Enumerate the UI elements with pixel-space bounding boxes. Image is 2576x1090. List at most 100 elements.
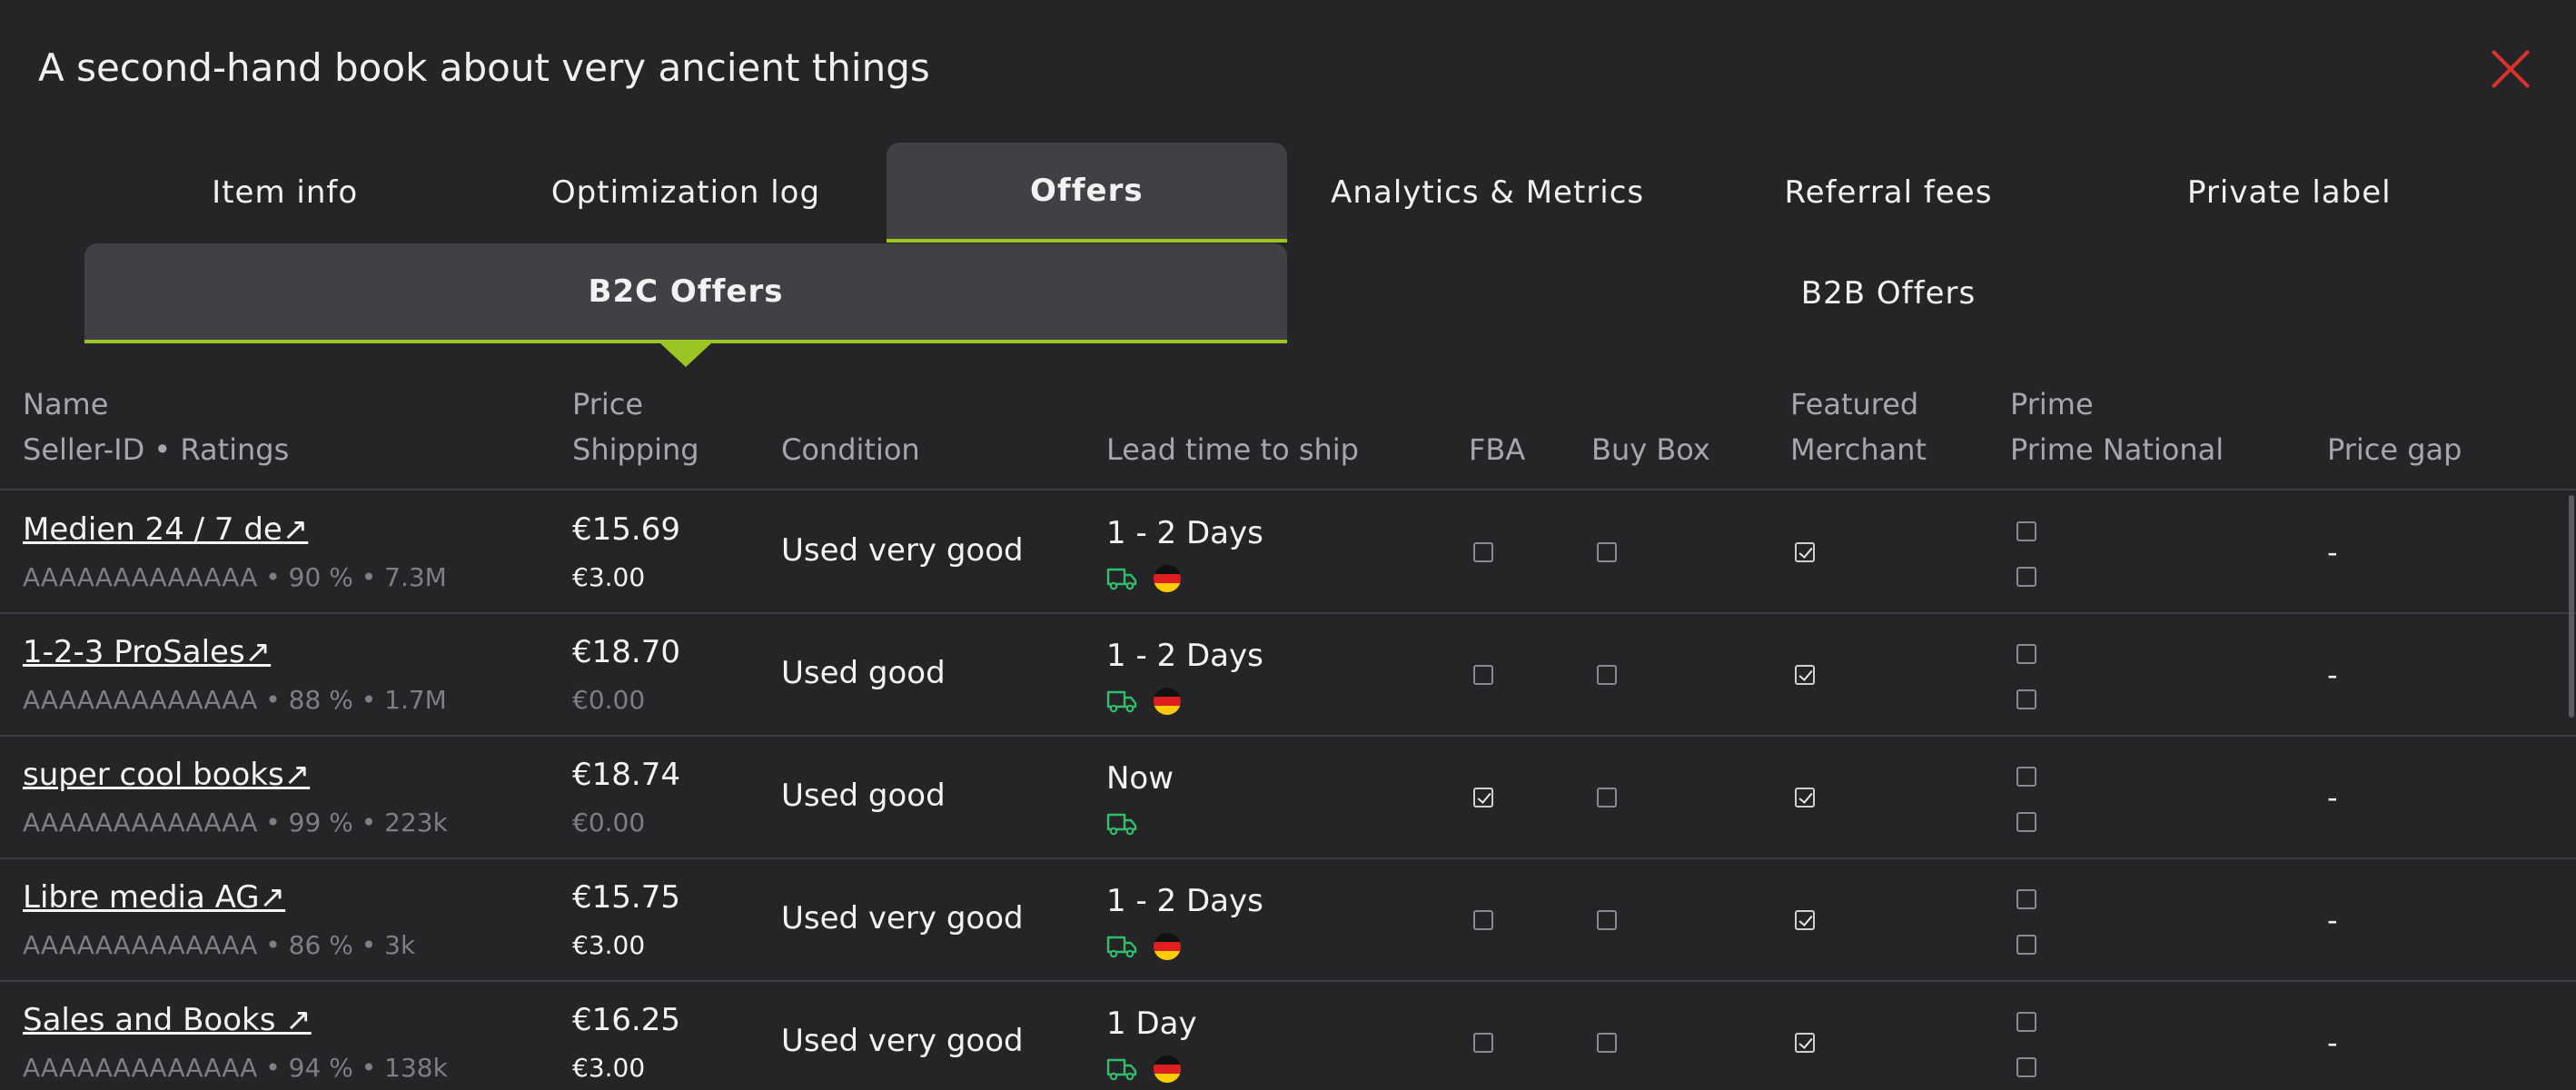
tab-b2b-offers[interactable]: B2B Offers [1287, 243, 2490, 343]
lead-time: 1 - 2 Days [1106, 883, 1263, 919]
prime-checkbox [2016, 889, 2036, 909]
header-condition-label: Condition [781, 432, 920, 467]
seller-name-link[interactable]: Medien 24 / 7 de↗ [23, 511, 308, 548]
modal-title: A second-hand book about very ancient th… [38, 45, 930, 90]
header-featured-merchant[interactable]: Featured Merchant [1790, 382, 1927, 472]
shipping-price: €0.00 [572, 808, 646, 837]
condition: Used good [781, 778, 946, 814]
featured-merchant-checkbox [1795, 910, 1815, 930]
prime-checkbox [2016, 767, 2036, 787]
germany-flag-icon [1154, 1055, 1181, 1083]
offer-price: €18.70 [572, 634, 680, 670]
table-header: Name Seller-ID • Ratings Price Shipping … [0, 382, 2576, 490]
buy-box-checkbox [1597, 788, 1617, 808]
header-price-gap[interactable]: Price gap [2327, 382, 2462, 472]
condition: Used very good [781, 1023, 1024, 1059]
fba-checkbox [1473, 665, 1493, 685]
buy-box-checkbox [1597, 542, 1617, 562]
germany-flag-icon [1154, 933, 1181, 960]
lead-time-icons [1106, 809, 1137, 838]
buy-box-checkbox [1597, 665, 1617, 685]
germany-flag-icon [1154, 565, 1181, 592]
header-fba[interactable]: FBA [1469, 382, 1525, 472]
header-lead-time[interactable]: Lead time to ship [1106, 382, 1359, 472]
header-prime[interactable]: Prime Prime National [2010, 382, 2224, 472]
header-condition[interactable]: Condition [781, 382, 920, 472]
lead-time: Now [1106, 760, 1174, 797]
tab-referral-fees[interactable]: Referral fees [1688, 143, 2088, 243]
header-fba-label: FBA [1469, 432, 1526, 467]
shipping-price: €0.00 [572, 685, 646, 715]
prime-checkbox [2016, 644, 2036, 664]
header-price-gap-label: Price gap [2327, 432, 2462, 467]
fba-checkbox [1473, 1033, 1493, 1053]
buy-box-checkbox [1597, 1033, 1617, 1053]
table-row: Medien 24 / 7 de↗ AAAAAAAAAAAAA • 90 % •… [0, 491, 2576, 614]
offers-modal: A second-hand book about very ancient th… [0, 0, 2576, 1090]
featured-merchant-checkbox [1795, 542, 1815, 562]
header-buybox-label: Buy Box [1591, 432, 1710, 467]
prime-checkbox [2016, 521, 2036, 541]
seller-id-ratings: AAAAAAAAAAAAA • 88 % • 1.7M [23, 685, 447, 715]
seller-id-ratings: AAAAAAAAAAAAA • 90 % • 7.3M [23, 562, 447, 592]
tab-private-label[interactable]: Private label [2089, 143, 2490, 243]
condition: Used very good [781, 532, 1024, 569]
condition: Used good [781, 655, 946, 691]
featured-merchant-checkbox [1795, 665, 1815, 685]
close-icon[interactable] [2489, 47, 2532, 91]
fba-checkbox [1473, 788, 1493, 808]
seller-name-link[interactable]: 1-2-3 ProSales↗ [23, 634, 271, 670]
lead-time-icons [1106, 1055, 1181, 1084]
lead-time: 1 Day [1106, 1006, 1197, 1042]
offer-price: €18.74 [572, 757, 680, 793]
prime-national-checkbox [2016, 935, 2036, 955]
featured-merchant-checkbox [1795, 788, 1815, 808]
header-name-label: Name [23, 387, 109, 421]
table-row: super cool books↗ AAAAAAAAAAAAA • 99 % •… [0, 737, 2576, 859]
price-gap: - [2327, 658, 2338, 692]
prime-national-checkbox [2016, 689, 2036, 709]
truck-icon [1106, 1058, 1137, 1081]
tab-optimization-log[interactable]: Optimization log [485, 143, 886, 243]
prime-national-checkbox [2016, 1057, 2036, 1077]
price-gap: - [2327, 903, 2338, 937]
tab-analytics-metrics[interactable]: Analytics & Metrics [1287, 143, 1688, 243]
seller-name-link[interactable]: super cool books↗ [23, 757, 310, 793]
truck-icon [1106, 568, 1137, 590]
prime-national-checkbox [2016, 812, 2036, 832]
truck-icon [1106, 936, 1137, 958]
prime-checkbox [2016, 1012, 2036, 1032]
tab-item-info[interactable]: Item info [84, 143, 485, 243]
price-gap: - [2327, 780, 2338, 815]
offer-price: €15.69 [572, 511, 680, 548]
offer-subtabs: B2C Offers B2B Offers [84, 243, 2490, 367]
table-row: 1-2-3 ProSales↗ AAAAAAAAAAAAA • 88 % • 1… [0, 614, 2576, 737]
seller-id-ratings: AAAAAAAAAAAAA • 94 % • 138k [23, 1053, 448, 1083]
lead-time: 1 - 2 Days [1106, 638, 1263, 674]
seller-id-ratings: AAAAAAAAAAAAA • 86 % • 3k [23, 930, 416, 960]
lead-time-icons [1106, 932, 1181, 961]
header-buy-box[interactable]: Buy Box [1591, 382, 1710, 472]
prime-national-checkbox [2016, 567, 2036, 587]
shipping-price: €3.00 [572, 1053, 646, 1083]
germany-flag-icon [1154, 688, 1181, 715]
tab-b2c-offers[interactable]: B2C Offers [84, 243, 1287, 367]
offer-price: €15.75 [572, 879, 680, 916]
shipping-price: €3.00 [572, 930, 646, 960]
header-merchant-label: Merchant [1790, 432, 1927, 467]
header-prime-national-label: Prime National [2010, 432, 2224, 467]
price-gap: - [2327, 535, 2338, 570]
tab-offers[interactable]: Offers [886, 143, 1287, 243]
fba-checkbox [1473, 910, 1493, 930]
price-gap: - [2327, 1026, 2338, 1060]
header-name[interactable]: Name Seller-ID • Ratings [23, 382, 289, 472]
scrollbar[interactable] [2569, 495, 2574, 718]
header-lead-label: Lead time to ship [1106, 432, 1359, 467]
lead-time-icons [1106, 687, 1181, 716]
header-price-label: Price [572, 387, 644, 421]
seller-name-link[interactable]: Libre media AG↗ [23, 879, 285, 916]
shipping-price: €3.00 [572, 562, 646, 592]
header-price[interactable]: Price Shipping [572, 382, 699, 472]
header-featured-label: Featured [1790, 387, 1919, 421]
seller-name-link[interactable]: Sales and Books ↗ [23, 1002, 312, 1038]
